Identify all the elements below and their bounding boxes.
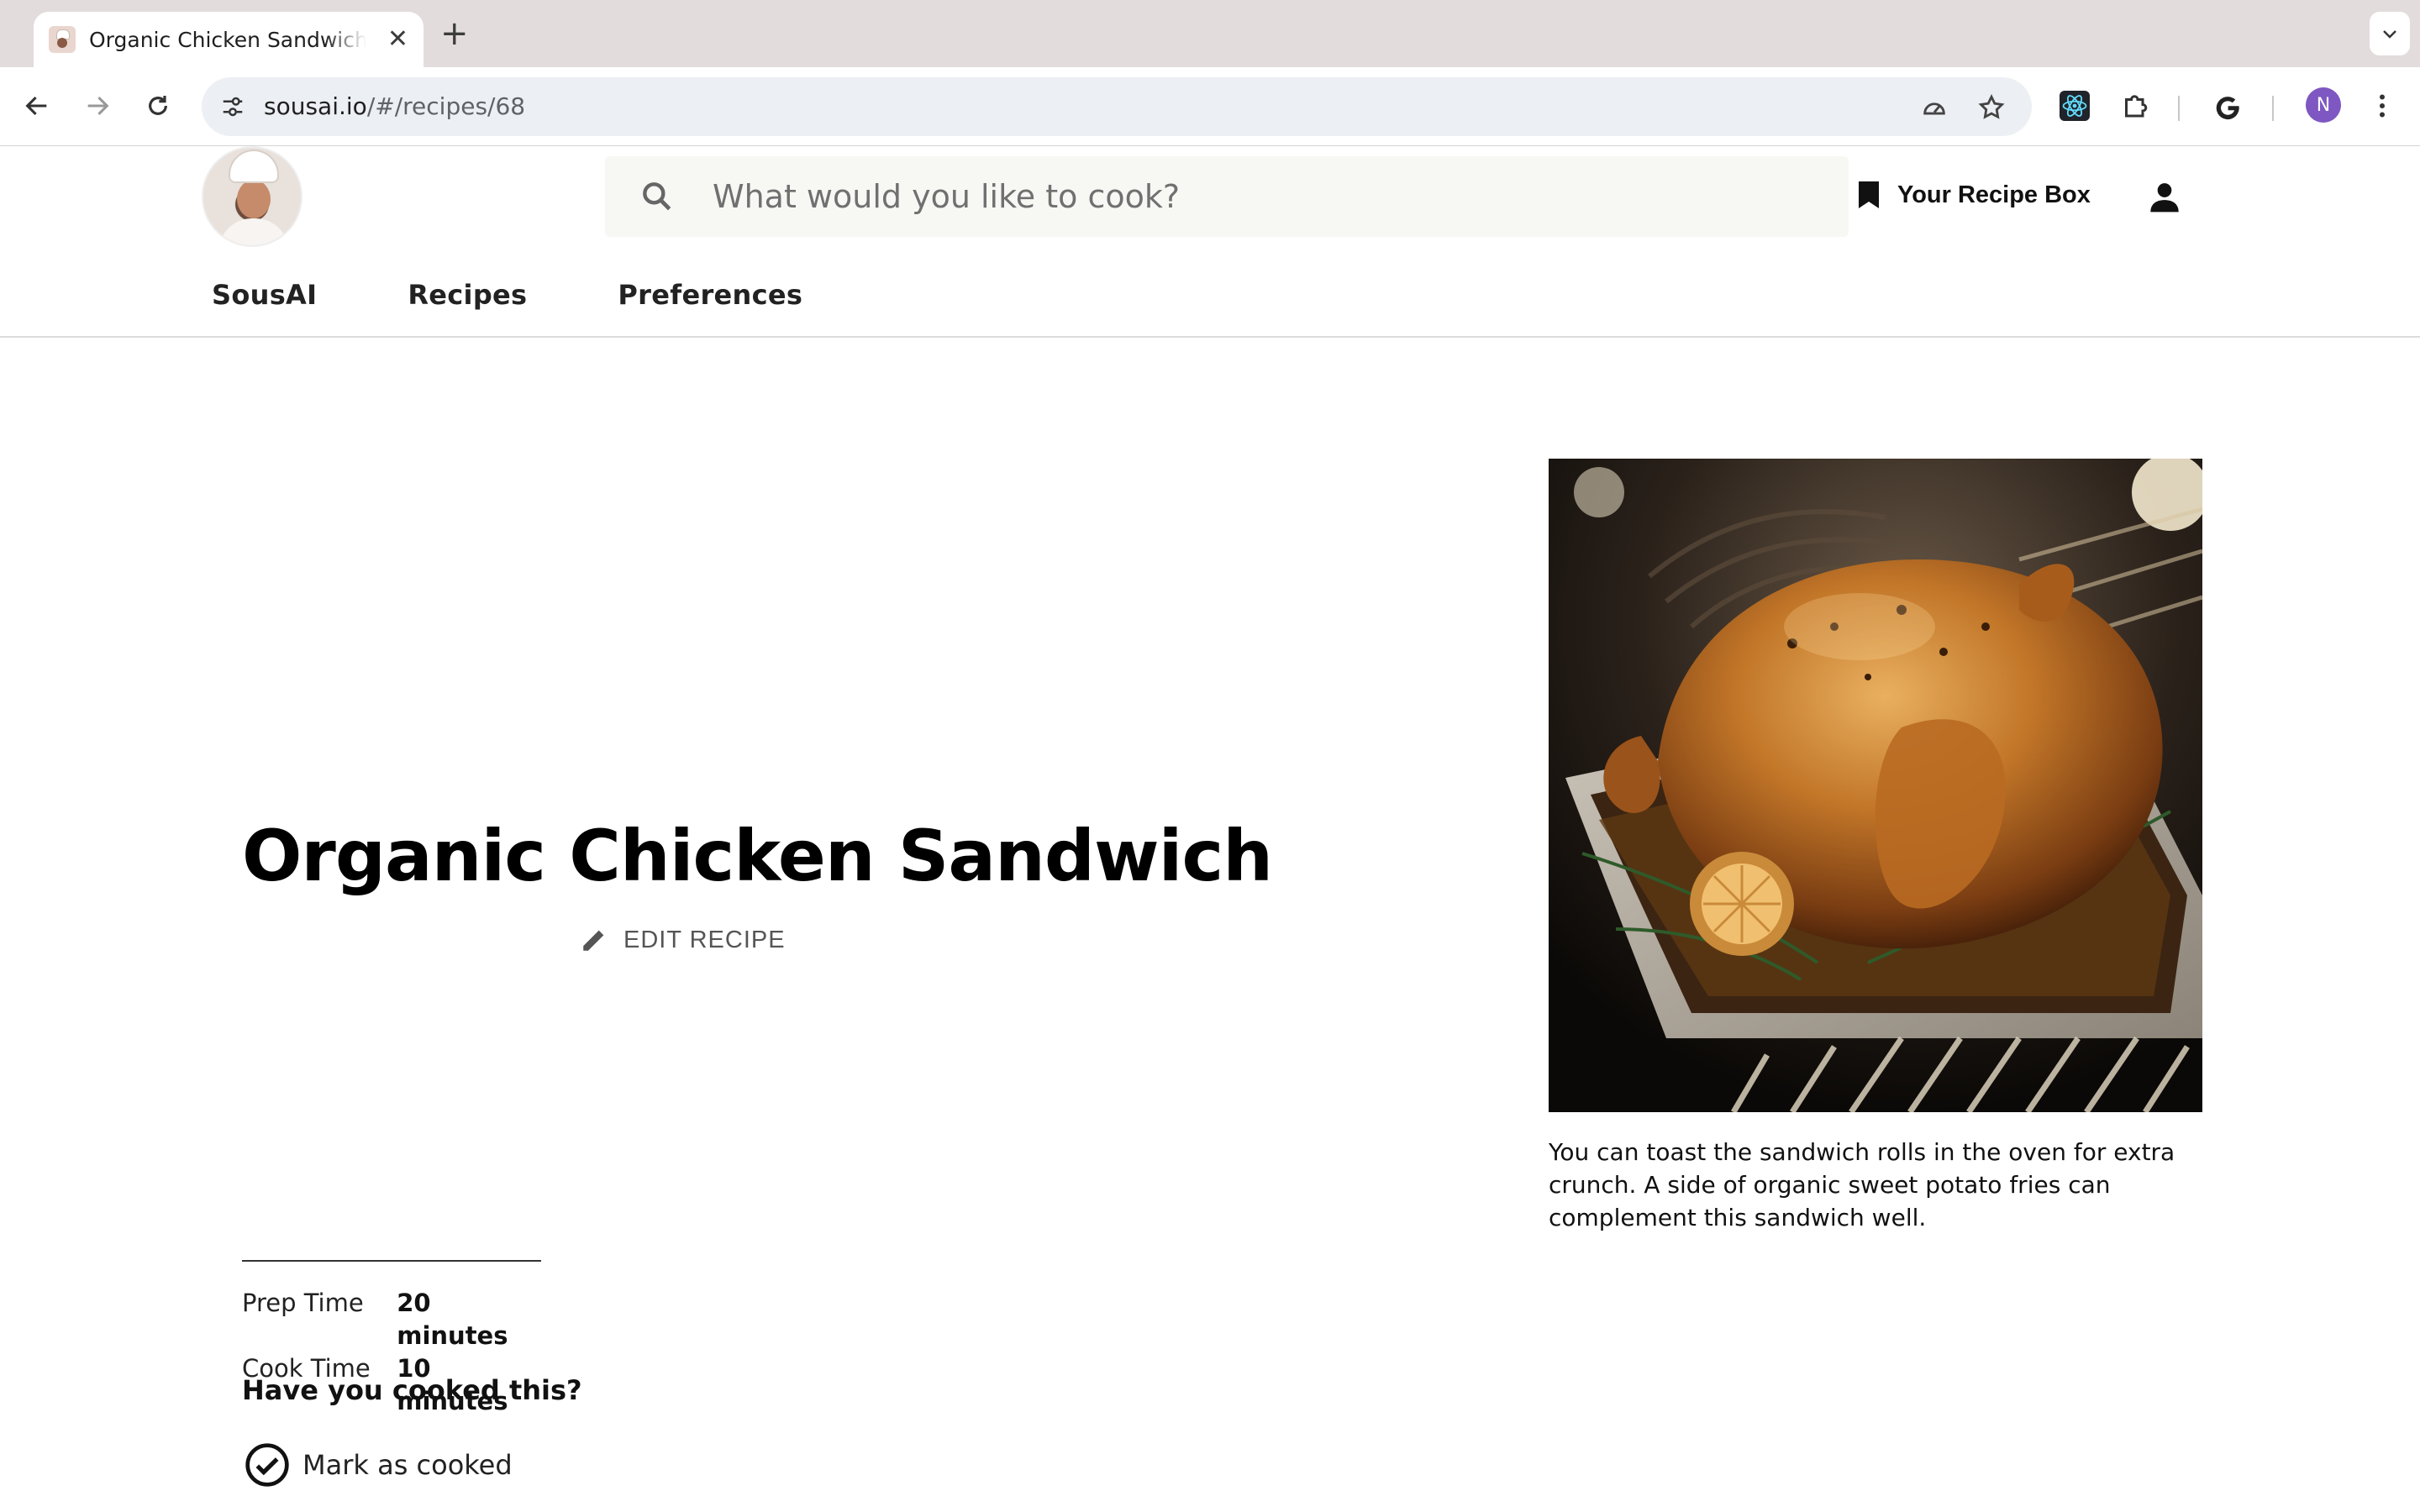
close-tab-icon[interactable]: ✕ — [387, 24, 408, 55]
recipe-search-box[interactable] — [605, 156, 1849, 237]
search-input[interactable] — [713, 171, 1822, 222]
recipe-box-label: Your Recipe Box — [1897, 181, 2091, 208]
search-icon — [643, 182, 671, 211]
arrow-forward-icon — [87, 96, 109, 116]
browser-tab-active[interactable]: Organic Chicken Sandwich Recipe ✕ — [34, 12, 424, 67]
react-devtools-icon[interactable] — [2055, 87, 2094, 125]
nav-item-preferences[interactable]: Preferences — [618, 279, 802, 311]
prep-time-label: Prep Time — [242, 1289, 364, 1317]
performance-icon[interactable] — [1918, 91, 1951, 124]
pencil-icon — [583, 930, 604, 951]
favicon-icon — [49, 26, 76, 53]
recipe-title: Organic Chicken Sandwich — [242, 815, 1273, 897]
forward-button[interactable] — [77, 86, 118, 126]
new-tab-button[interactable]: + — [440, 15, 469, 52]
chevron-down-icon — [2383, 30, 2396, 39]
check-circle-icon — [245, 1443, 289, 1487]
extensions-puzzle-icon[interactable] — [2116, 87, 2154, 125]
toolbar-divider — [2178, 96, 2180, 121]
mark-as-cooked-label: Mark as cooked — [302, 1449, 513, 1481]
site-header: Your Recipe Box SousAI Recipes Preferenc… — [0, 146, 2420, 338]
nav-item-recipes[interactable]: Recipes — [408, 279, 527, 311]
bookmark-star-icon[interactable] — [1975, 91, 2008, 124]
address-bar[interactable]: sousai.io/#/recipes/68 — [202, 77, 2032, 136]
google-icon[interactable] — [2208, 87, 2247, 125]
edit-recipe-label: EDIT RECIPE — [623, 926, 786, 953]
site-nav: SousAI Recipes Preferences — [212, 279, 893, 311]
arrow-back-icon — [25, 96, 47, 116]
reload-button[interactable] — [138, 86, 178, 126]
browser-toolbar: sousai.io/#/recipes/68 N — [0, 67, 2420, 146]
back-button[interactable] — [17, 86, 57, 126]
prep-time-value: 20 minutes — [397, 1289, 508, 1350]
recipe-image — [1549, 459, 2202, 1112]
profile-avatar[interactable]: N — [2306, 87, 2341, 123]
url-host: sousai.io — [264, 92, 367, 120]
edit-recipe-button[interactable]: EDIT RECIPE — [580, 926, 786, 954]
nav-item-sousai[interactable]: SousAI — [212, 279, 317, 311]
tune-icon — [223, 97, 243, 117]
recipe-note: You can toast the sandwich rolls in the … — [1549, 1138, 2175, 1231]
sousai-logo-avatar[interactable] — [202, 146, 302, 247]
account-icon[interactable] — [2148, 180, 2181, 213]
url-path: /#/recipes/68 — [366, 92, 526, 120]
url-text[interactable]: sousai.io/#/recipes/68 — [264, 92, 525, 120]
tab-title: Organic Chicken Sandwich Recipe — [89, 27, 366, 52]
reload-icon — [149, 96, 167, 115]
site-info-button[interactable] — [215, 89, 250, 124]
bookmark-icon — [1859, 181, 1879, 208]
kebab-menu-icon[interactable] — [2363, 87, 2402, 125]
mark-as-cooked-button[interactable]: Mark as cooked — [244, 1441, 513, 1488]
prep-time-row: Prep Time 20 minutes — [242, 1287, 541, 1352]
recipe-box-link[interactable]: Your Recipe Box — [1857, 180, 2091, 210]
toolbar-divider — [2272, 96, 2274, 121]
tab-search-button[interactable] — [2370, 12, 2410, 55]
roast-chicken-illustration — [1549, 459, 2202, 1112]
browser-tabstrip: Organic Chicken Sandwich Recipe ✕ + — [0, 0, 2420, 67]
cooked-question: Have you cooked this? — [242, 1374, 582, 1406]
